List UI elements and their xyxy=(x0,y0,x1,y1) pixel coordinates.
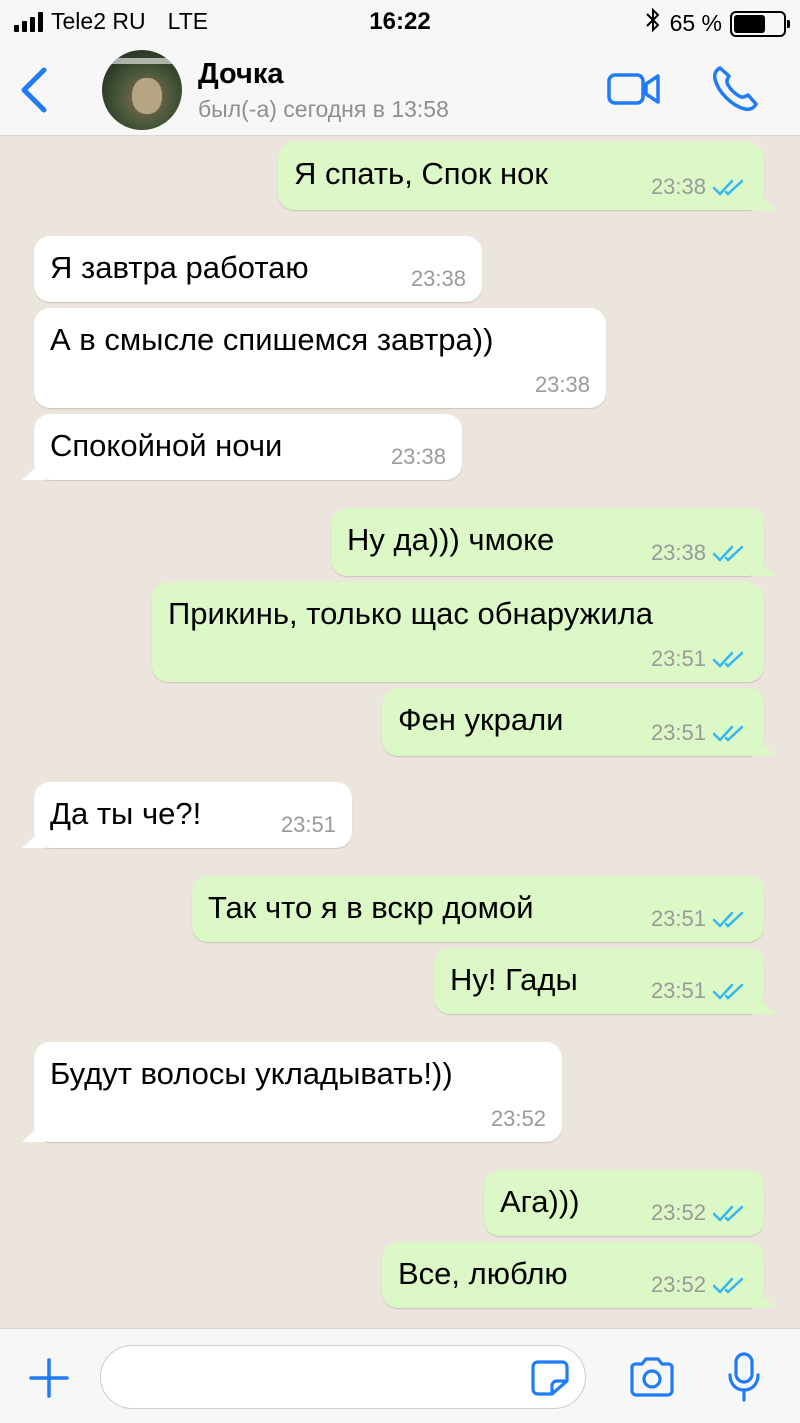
message-text: Фен украли xyxy=(398,702,564,737)
message-meta: 23:38 xyxy=(651,174,746,200)
message-meta: 23:52 xyxy=(651,1272,746,1298)
message-time: 23:38 xyxy=(650,540,706,565)
video-call-button[interactable] xyxy=(606,70,662,108)
attach-button[interactable] xyxy=(28,1357,70,1399)
bluetooth-icon xyxy=(645,7,660,39)
message-time: 23:38 xyxy=(534,372,590,397)
message-text: Так что я в вскр домой xyxy=(208,890,534,925)
double-check-icon xyxy=(712,1205,744,1222)
battery-percent: 65 % xyxy=(669,10,722,36)
message-in[interactable]: Спокойной ночи 23:38 xyxy=(34,414,462,480)
double-check-icon xyxy=(712,545,744,562)
contact-name[interactable]: Дочка xyxy=(198,58,284,91)
phone-icon xyxy=(713,66,758,111)
message-meta: 23:51 xyxy=(651,646,746,672)
message-time: 23:38 xyxy=(650,174,706,199)
last-seen: был(-а) сегодня в 13:58 xyxy=(198,96,449,122)
message-in[interactable]: А в смысле спишемся завтра)) 23:38 xyxy=(34,308,606,408)
message-time: 23:51 xyxy=(280,812,336,837)
message-meta: 23:52 xyxy=(651,1200,746,1226)
sticker-button[interactable] xyxy=(530,1359,570,1397)
message-time: 23:51 xyxy=(650,906,706,931)
double-check-icon xyxy=(712,725,744,742)
message-text: А в смысле спишемся завтра)) xyxy=(50,322,494,357)
message-time: 23:38 xyxy=(390,444,446,469)
message-text: Да ты че?! xyxy=(50,796,202,831)
message-meta: 23:51 xyxy=(651,906,746,932)
message-time: 23:38 xyxy=(410,266,466,291)
message-text: Будут волосы укладывать!)) xyxy=(50,1056,453,1091)
compose-bar xyxy=(0,1328,800,1423)
double-check-icon xyxy=(712,983,744,1000)
message-time: 23:52 xyxy=(650,1200,706,1225)
double-check-icon xyxy=(712,911,744,928)
chat-header: Дочка был(-а) сегодня в 13:58 xyxy=(0,46,800,136)
message-time: 23:52 xyxy=(490,1106,546,1131)
message-text: Я спать, Спок нок xyxy=(294,156,548,191)
battery-icon xyxy=(730,10,790,37)
plus-icon xyxy=(29,1358,69,1398)
status-bar: Tele2 RU LTE 16:22 65 % xyxy=(0,0,800,46)
message-out[interactable]: Все, люблю 23:52 xyxy=(382,1242,764,1308)
camera-button[interactable] xyxy=(628,1355,676,1399)
back-button[interactable] xyxy=(16,66,52,114)
message-text: Я завтра работаю xyxy=(50,250,309,285)
message-time: 23:52 xyxy=(650,1272,706,1297)
message-out[interactable]: Ага))) 23:52 xyxy=(484,1170,764,1236)
message-input[interactable] xyxy=(100,1345,586,1409)
microphone-icon xyxy=(728,1352,760,1402)
avatar[interactable] xyxy=(102,50,182,130)
battery-fill xyxy=(734,14,766,33)
message-out[interactable]: Ну! Гады 23:51 xyxy=(434,948,764,1014)
message-in[interactable]: Я завтра работаю 23:38 xyxy=(34,236,482,302)
camera-icon xyxy=(630,1357,674,1397)
message-out[interactable]: Фен украли 23:51 xyxy=(382,688,764,756)
message-time: 23:51 xyxy=(650,646,706,671)
message-text: Прикинь, только щас обнаружила xyxy=(168,596,653,631)
video-camera-icon xyxy=(607,73,660,105)
sticker-icon xyxy=(531,1360,569,1396)
message-text: Ну да))) чмоке xyxy=(347,522,555,557)
double-check-icon xyxy=(712,651,744,668)
message-meta: 23:51 xyxy=(651,978,746,1004)
voice-call-button[interactable] xyxy=(710,64,760,114)
message-list[interactable]: Я спать, Спок нок 23:38 Я завтра работаю… xyxy=(0,136,800,1328)
message-meta: 23:51 xyxy=(651,720,746,746)
message-text: Ну! Гады xyxy=(450,962,578,997)
message-meta: 23:38 xyxy=(651,540,746,566)
microphone-button[interactable] xyxy=(726,1351,762,1403)
message-text: Ага))) xyxy=(500,1184,580,1219)
message-time: 23:51 xyxy=(650,978,706,1003)
status-right: 65 % xyxy=(645,7,790,39)
message-in[interactable]: Да ты че?! 23:51 xyxy=(34,782,352,848)
message-out[interactable]: Я спать, Спок нок 23:38 xyxy=(278,142,764,210)
double-check-icon xyxy=(712,179,744,196)
message-out[interactable]: Прикинь, только щас обнаружила 23:51 xyxy=(152,582,764,682)
message-out[interactable]: Ну да))) чмоке 23:38 xyxy=(331,508,764,576)
message-text: Спокойной ночи xyxy=(50,428,283,463)
message-time: 23:51 xyxy=(650,720,706,745)
message-in[interactable]: Будут волосы укладывать!)) 23:52 xyxy=(34,1042,562,1142)
chevron-left-icon xyxy=(21,67,47,113)
double-check-icon xyxy=(712,1277,744,1294)
message-text: Все, люблю xyxy=(398,1256,568,1291)
message-out[interactable]: Так что я в вскр домой 23:51 xyxy=(192,876,764,942)
